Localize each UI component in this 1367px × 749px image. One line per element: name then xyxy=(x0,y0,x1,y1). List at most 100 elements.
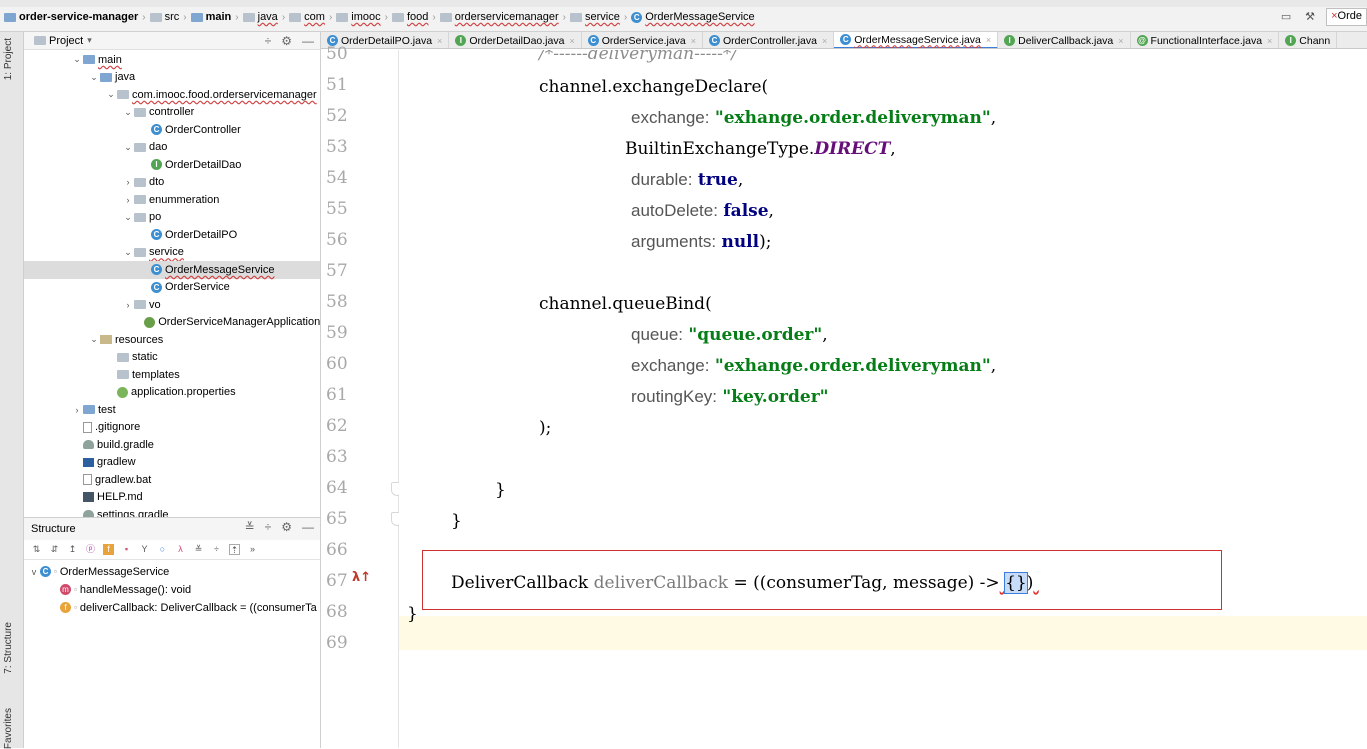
show-properties-icon[interactable]: ⓟ xyxy=(85,544,96,555)
breadcrumb-item[interactable]: order-service-manager xyxy=(4,11,138,23)
structure-member-field[interactable]: f ▫ deliverCallback: DeliverCallback = (… xyxy=(60,599,317,616)
tree-item[interactable]: HELP.md xyxy=(71,489,143,507)
tree-item[interactable]: ⌄ main xyxy=(71,51,122,69)
editor-tab[interactable]: C OrderService.java × xyxy=(582,32,704,48)
code-editor[interactable]: /*------deliveryman-----*/ channel.excha… xyxy=(399,50,1367,748)
folder-icon xyxy=(391,12,404,22)
tree-item[interactable]: ⌄ service xyxy=(122,244,184,262)
autoscroll-icon[interactable]: ⇡ xyxy=(229,544,240,555)
close-icon[interactable]: × xyxy=(1267,36,1272,46)
tool-tab-favorites[interactable]: Favorites xyxy=(3,708,14,749)
structure-root[interactable]: v C ▫ OrderMessageService xyxy=(28,563,170,580)
project-view-select[interactable]: Project xyxy=(49,35,83,47)
tree-item[interactable]: application.properties xyxy=(105,384,236,402)
tree-item[interactable]: I OrderDetailDao xyxy=(139,156,241,174)
tree-item[interactable]: › enummeration xyxy=(122,191,220,209)
expand-all-icon[interactable]: ≚ xyxy=(245,520,255,534)
tree-item[interactable]: settings.gradle xyxy=(71,506,169,517)
tree-item[interactable]: › test xyxy=(71,401,116,419)
chevron-down-icon[interactable]: v xyxy=(28,567,40,577)
tree-item[interactable]: C OrderDetailPO xyxy=(139,226,237,244)
collapse-all-icon[interactable]: ÷ xyxy=(265,520,272,534)
tree-item[interactable]: C OrderController xyxy=(139,121,241,139)
tool-tab-project[interactable]: 1: Project xyxy=(3,38,14,80)
breadcrumb-item[interactable]: com xyxy=(289,11,325,23)
breadcrumb-item[interactable]: imooc xyxy=(336,11,381,23)
breadcrumb-item[interactable]: java xyxy=(242,11,278,23)
lambda-gutter-icon[interactable]: λ↑ xyxy=(352,570,371,585)
tree-item[interactable]: gradlew.bat xyxy=(71,471,151,489)
chevron-down-icon[interactable]: ⌄ xyxy=(122,212,134,223)
chevron-down-icon[interactable]: ⌄ xyxy=(122,107,134,118)
more-icon[interactable]: » xyxy=(247,544,258,555)
show-anonymous-icon[interactable]: ○ xyxy=(157,544,168,555)
markdown-icon xyxy=(83,492,94,503)
editor-tab[interactable]: C OrderController.java × xyxy=(703,32,835,48)
layout-icon[interactable]: ▭ xyxy=(1278,10,1294,24)
show-fields-icon[interactable]: f xyxy=(103,544,114,555)
tree-item[interactable]: ⌄ java xyxy=(88,69,135,87)
chevron-down-icon[interactable]: ⌄ xyxy=(88,334,100,345)
expand-icon[interactable]: ≚ xyxy=(193,544,204,555)
chevron-down-icon[interactable]: ⌄ xyxy=(71,54,83,65)
breadcrumb-item[interactable]: food xyxy=(391,11,428,23)
close-icon[interactable]: × xyxy=(437,36,442,46)
chevron-right-icon[interactable]: › xyxy=(71,405,83,415)
tree-item[interactable]: C OrderMessageService xyxy=(24,261,320,279)
show-lambdas-icon[interactable]: λ xyxy=(175,544,186,555)
tree-item[interactable]: ⌄ controller xyxy=(122,104,194,122)
tree-item[interactable]: build.gradle xyxy=(71,436,154,454)
collapse-icon[interactable]: ÷ xyxy=(211,544,222,555)
gear-icon[interactable]: ⚙ xyxy=(281,520,292,534)
close-icon[interactable]: × xyxy=(1118,36,1123,46)
editor-tab[interactable]: C OrderMessageService.java × xyxy=(834,32,999,48)
chevron-right-icon[interactable]: › xyxy=(122,177,134,187)
tree-item[interactable]: › dto xyxy=(122,174,165,192)
tree-item[interactable]: ⌄ com.imooc.food.orderservicemanager xyxy=(105,86,317,104)
show-inherited-icon[interactable]: ↥ xyxy=(67,544,78,555)
build-hammer-icon[interactable]: ⚒ xyxy=(1302,10,1318,24)
tree-item[interactable]: › vo xyxy=(122,296,161,314)
editor-tab[interactable]: I Chann xyxy=(1279,32,1338,48)
structure-member-method[interactable]: m ▫ handleMessage(): void xyxy=(60,581,191,598)
tree-item[interactable]: .gitignore xyxy=(71,419,140,437)
tool-tab-structure[interactable]: 7: Structure xyxy=(3,622,14,674)
breadcrumb-item[interactable]: service xyxy=(570,11,620,23)
run-config-select[interactable]: ×Orde xyxy=(1326,8,1367,26)
editor-tab[interactable]: @ FunctionalInterface.java × xyxy=(1131,32,1280,48)
breadcrumb-item[interactable]: C OrderMessageService xyxy=(631,11,755,23)
breadcrumb-item[interactable]: orderservicemanager xyxy=(439,11,559,23)
chevron-down-icon[interactable]: ⌄ xyxy=(122,142,134,153)
tree-item[interactable]: gradlew xyxy=(71,454,136,472)
chevron-right-icon[interactable]: › xyxy=(122,300,134,310)
breadcrumb-item[interactable]: main xyxy=(190,11,231,23)
hide-panel-icon[interactable]: — xyxy=(302,34,314,48)
tree-item[interactable]: ⌄ resources xyxy=(88,331,163,349)
editor-tab[interactable]: I OrderDetailDao.java × xyxy=(449,32,582,48)
tree-item[interactable]: ⌄ po xyxy=(122,209,161,227)
chevron-right-icon[interactable]: › xyxy=(122,195,134,205)
chevron-down-icon[interactable]: ⌄ xyxy=(88,72,100,83)
chevron-down-icon[interactable]: ▾ xyxy=(87,35,92,46)
gear-icon[interactable]: ⚙ xyxy=(281,34,292,48)
close-icon[interactable]: × xyxy=(691,36,696,46)
tree-item-label: com.imooc.food.orderservicemanager xyxy=(132,88,317,101)
editor-tab[interactable]: I DeliverCallback.java × xyxy=(998,32,1131,48)
hide-panel-icon[interactable]: — xyxy=(302,520,314,534)
tree-item[interactable]: C OrderService xyxy=(139,279,230,297)
breadcrumb-item[interactable]: src xyxy=(149,11,179,23)
sort-alpha-icon[interactable]: ⇵ xyxy=(49,544,60,555)
close-icon[interactable]: × xyxy=(822,36,827,46)
tree-item[interactable]: static xyxy=(105,349,158,367)
chevron-down-icon[interactable]: ⌄ xyxy=(105,89,117,100)
chevron-down-icon[interactable]: ⌄ xyxy=(122,247,134,258)
sort-visibility-icon[interactable]: ⇅ xyxy=(31,544,42,555)
tree-item[interactable]: ⌄ dao xyxy=(122,139,167,157)
tree-item[interactable]: OrderServiceManagerApplication xyxy=(132,314,320,332)
show-non-public-icon[interactable]: ▪ xyxy=(121,544,132,555)
close-icon[interactable]: × xyxy=(986,35,991,45)
close-icon[interactable]: × xyxy=(569,36,574,46)
filter-icon[interactable]: Y xyxy=(139,544,150,555)
tree-item[interactable]: templates xyxy=(105,366,180,384)
collapse-all-icon[interactable]: ÷ xyxy=(265,34,272,48)
